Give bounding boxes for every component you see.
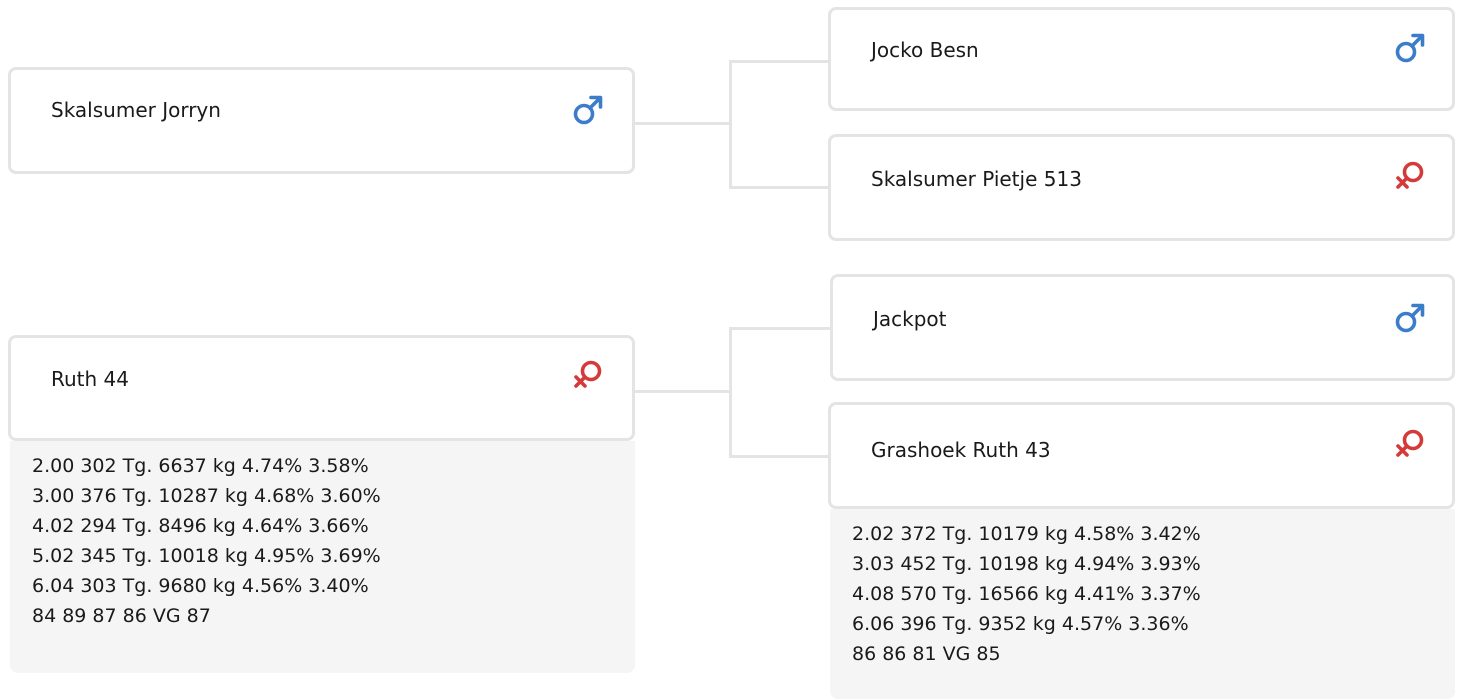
stat-row: 4.02 294 Tg. 8496 kg 4.64% 3.66% xyxy=(32,515,369,537)
connector-dam-horizontal xyxy=(634,390,732,393)
node-sire[interactable]: Skalsumer Jorryn xyxy=(8,67,635,174)
connector-sire-top xyxy=(729,60,830,63)
stat-row: 5.02 345 Tg. 10018 kg 4.95% 3.69% xyxy=(32,545,381,567)
stat-row: 4.08 570 Tg. 16566 kg 4.41% 3.37% xyxy=(852,583,1201,605)
female-icon xyxy=(1393,159,1427,193)
male-icon xyxy=(1393,301,1427,335)
node-dam-dam-stats: 2.02 372 Tg. 10179 kg 4.58% 3.42% 3.03 45… xyxy=(830,509,1455,699)
node-sire-name: Skalsumer Jorryn xyxy=(51,98,221,122)
node-sire-dam[interactable]: Skalsumer Pietje 513 xyxy=(828,134,1455,241)
node-dam[interactable]: Ruth 44 xyxy=(8,335,635,441)
stat-row: 2.02 372 Tg. 10179 kg 4.58% 3.42% xyxy=(852,523,1201,545)
stat-row: 6.06 396 Tg. 9352 kg 4.57% 3.36% xyxy=(852,613,1189,635)
connector-sire-bottom xyxy=(729,186,830,189)
connector-sire-horizontal xyxy=(634,122,732,125)
connector-dam-bottom xyxy=(729,455,830,458)
male-icon xyxy=(571,93,605,127)
node-sire-dam-name: Skalsumer Pietje 513 xyxy=(871,167,1082,191)
node-dam-dam-name: Grashoek Ruth 43 xyxy=(871,438,1051,462)
stat-row: 6.04 303 Tg. 9680 kg 4.56% 3.40% xyxy=(32,575,369,597)
node-sire-sire-name: Jocko Besn xyxy=(871,38,979,62)
node-dam-sire-name: Jackpot xyxy=(873,307,947,331)
node-sire-sire[interactable]: Jocko Besn xyxy=(828,7,1455,111)
connector-dam-top xyxy=(729,327,830,330)
female-icon xyxy=(571,358,605,392)
node-dam-dam[interactable]: Grashoek Ruth 43 xyxy=(828,402,1455,509)
connector-dam-vertical xyxy=(729,327,732,458)
node-dam-sire[interactable]: Jackpot xyxy=(830,274,1455,381)
connector-sire-vertical xyxy=(729,60,732,189)
stat-row: 3.00 376 Tg. 10287 kg 4.68% 3.60% xyxy=(32,485,381,507)
stat-row: 2.00 302 Tg. 6637 kg 4.74% 3.58% xyxy=(32,455,369,477)
female-icon xyxy=(1393,427,1427,461)
node-dam-stats: 2.00 302 Tg. 6637 kg 4.74% 3.58% 3.00 376… xyxy=(10,441,635,673)
stat-row: 3.03 452 Tg. 10198 kg 4.94% 3.93% xyxy=(852,553,1201,575)
stat-row: 86 86 81 VG 85 xyxy=(852,643,1001,665)
node-dam-name: Ruth 44 xyxy=(51,367,129,391)
male-icon xyxy=(1393,31,1427,65)
stat-row: 84 89 87 86 VG 87 xyxy=(32,605,211,627)
